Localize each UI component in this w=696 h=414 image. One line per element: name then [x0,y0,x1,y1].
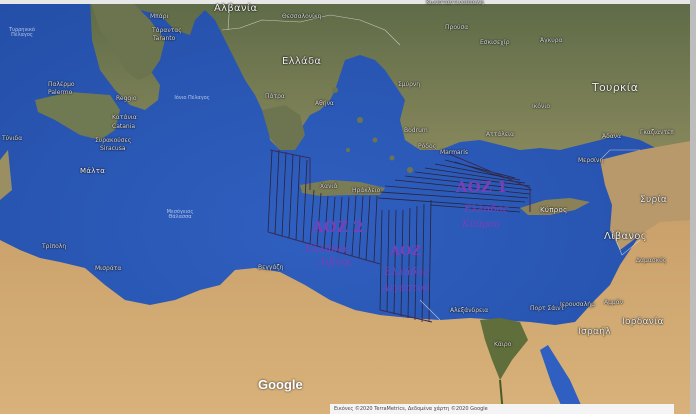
satellite-map[interactable] [0,0,696,414]
label-bodrum: Bodrum [404,127,428,134]
annotation-aoz3-egypt: Αιγύπτου [382,283,430,294]
label-syracuse: Siracusa [100,145,126,152]
label-gaziantep: Γκαζιαντέπ [640,129,674,136]
label-palermo: Palermo [48,89,73,96]
label-chania: Χανιά [320,183,338,190]
label-lebanon: Λίβανος [604,231,647,242]
label-thessaloniki: Θεσσαλονίκη [282,13,322,20]
label-constantinople: Κωνσταντινούπολη [426,0,484,6]
label-bari: Μπάρι [150,13,169,20]
label-alexandria: Αλεξάνδρεια [450,307,489,314]
label-konya: Ικόνιο [532,103,551,110]
label-cairo: Κάιρο [494,341,512,348]
map-attribution[interactable]: Εικόνες ©2020 TerraMetrics, Δεδομένα χάρ… [330,404,674,414]
label-tripoli: Τρίπολη [42,243,67,250]
island [407,167,413,173]
label-cyprus: Κύπρος [540,206,568,214]
label-heraklion: Ηράκλειο [352,187,381,194]
label-greece: Ελλάδα [282,56,322,67]
label-marmaris: Marmaris [440,149,468,156]
label-jordan: Ιορδανία [622,317,664,327]
label-ankara: Άγκυρα [540,37,563,44]
label-tunis: Τύνιδα [2,135,23,142]
label-reggio: Reggio [116,95,137,102]
label-turkey: Τουρκία [592,81,639,94]
annotation-aoz2: ΑΟΖ 2 [312,218,364,236]
map-screen[interactable]: Αλβανία Ελλάδα Τουρκία Μάλτα Κύπρος Λίβα… [0,0,696,414]
label-patras: Πάτρα [265,93,285,100]
island [357,117,363,123]
annotation-aoz2-greece: Ελλάδος [305,244,350,255]
annotation-aoz3-greece: Ελλάδος [384,267,429,278]
label-taranto: Τάραντας [152,27,182,34]
label-malta: Μάλτα [80,167,106,175]
label-syria: Συρία [640,195,668,205]
label-taranto-it: Taranto [153,35,176,42]
label-damascus: Δαμασκός [636,257,667,264]
label-albania: Αλβανία [214,3,258,14]
frame-right-edge [690,0,696,414]
label-mediterranean-sea: Μεσόγειος Θάλασσα [166,209,194,220]
island [346,148,350,152]
label-athens: Αθήνα [315,100,334,107]
label-mersin: Μερσίνη [578,157,604,164]
label-israel: Ισραήλ [578,327,611,337]
label-catania: Catania [112,123,136,130]
label-bursa: Προύσα [445,24,469,31]
label-benghazi: Βεγγάζη [258,264,284,271]
island [332,87,338,93]
label-antalya: Αττάλεια [486,131,515,138]
label-adana: Άδανα [602,133,622,140]
annotation-aoz1-cyprus: Κύπρου [462,219,501,230]
label-smyrna: Σμύρνη [398,81,421,88]
annotation-aoz1-greece: Ελλάδος [464,204,509,215]
label-amman: Αμμάν [604,299,624,306]
label-jerusalem: Ιερουσαλήμ [560,301,595,308]
annotation-aoz3: ΑΟΖ [390,244,421,259]
label-syracuse-el: Συρακούσες [95,137,132,144]
island [389,155,395,161]
label-eskisehir: Εσκισεχίρ [480,39,510,46]
google-logo: Google [258,377,303,392]
annotation-aoz2-libya: Λιβύης [318,257,353,268]
label-misrata: Μισράτα [95,265,122,272]
label-tyrrhenian-sea: Τυρρηνικό Πέλαγος [9,27,35,38]
label-ionian-sea: Ιόνιο Πέλαγος [174,95,210,101]
annotation-aoz1: ΑΟΖ 1 [456,178,508,196]
label-catania-el: Κατάνια [112,114,137,121]
label-rhodes: Ρόδος [418,143,437,150]
frame-top-edge [0,0,696,4]
label-palermo-el: Παλέρμο [48,81,75,88]
island [372,137,378,143]
